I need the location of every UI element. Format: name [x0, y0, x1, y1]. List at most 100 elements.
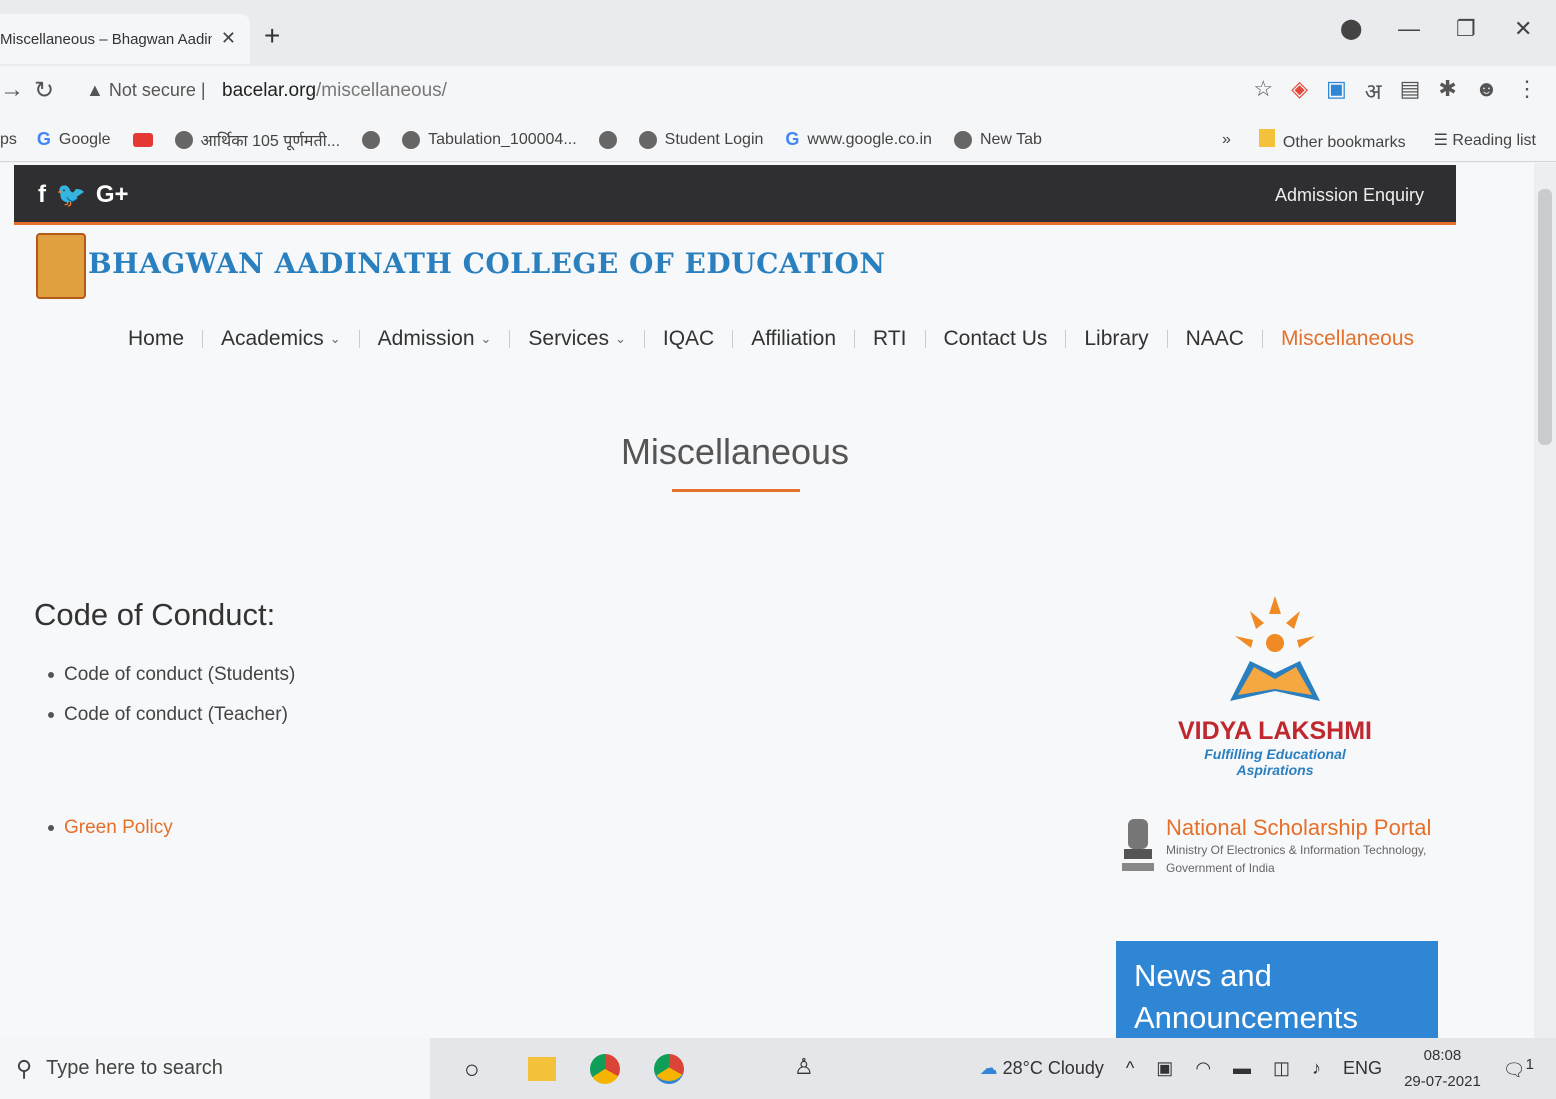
reading-list[interactable]: ☰ Reading list: [1434, 130, 1536, 150]
extension-icon[interactable]: ◈: [1291, 76, 1308, 106]
list-item[interactable]: Code of conduct (Students): [48, 655, 295, 695]
bookmark-label: आर्थिका 105 पूर्णमती...: [200, 132, 341, 150]
page-scrollbar[interactable]: [1534, 163, 1556, 1038]
file-explorer-icon[interactable]: [528, 1056, 556, 1081]
new-tab-icon[interactable]: +: [264, 20, 280, 52]
nav-label: Affiliation: [751, 327, 837, 350]
globe-icon: [953, 130, 972, 149]
vidya-lakshmi-banner[interactable]: VIDYA LAKSHMI Fulfilling Educational Asp…: [1170, 591, 1380, 778]
nav-admission[interactable]: Admission ⌄: [378, 327, 492, 351]
back-icon[interactable]: →: [0, 76, 24, 104]
bookmark-item[interactable]: Tabulation_100004...: [402, 130, 577, 149]
nav-divider: [358, 330, 360, 348]
google-icon: G: [36, 129, 51, 149]
bookmark-item[interactable]: Gwww.google.co.in: [785, 129, 932, 150]
bookmark-item[interactable]: New Tab: [953, 130, 1042, 149]
bookmarks-overflow[interactable]: »: [1222, 131, 1231, 149]
browser-tab[interactable]: Miscellaneous – Bhagwan Aadin ✕: [0, 14, 250, 64]
nav-academics[interactable]: Academics ⌄: [221, 327, 341, 351]
nav-naac[interactable]: NAAC: [1186, 327, 1244, 351]
nav-divider: [924, 330, 926, 348]
conduct-link[interactable]: Code of conduct (Students): [64, 664, 295, 686]
college-logo[interactable]: [36, 233, 86, 299]
bookmarks-bar: ps G Google आर्थिका 105 पूर्णमती... Tabul…: [0, 118, 1556, 162]
nav-affiliation[interactable]: Affiliation: [751, 327, 836, 351]
main-nav: Home Academics ⌄ Admission ⌄ Services ⌄ IQA…: [128, 327, 1414, 351]
site-topbar: f 🐦 G+ Admission Enquiry: [14, 165, 1456, 225]
puzzle-icon[interactable]: ✱: [1438, 76, 1456, 106]
bookmark-item[interactable]: [362, 130, 381, 149]
clock-time: 08:08: [1423, 1046, 1462, 1064]
bookmark-star-icon[interactable]: ☆: [1253, 76, 1273, 106]
close-tab-icon[interactable]: ✕: [221, 28, 236, 49]
search-placeholder: Type here to search: [46, 1057, 223, 1079]
nav-miscellaneous[interactable]: Miscellaneous: [1281, 327, 1414, 351]
twitter-icon[interactable]: 🐦: [56, 181, 86, 210]
minimize-icon[interactable]: —: [1398, 16, 1420, 42]
battery-icon[interactable]: ▬: [1233, 1058, 1251, 1079]
nav-divider: [732, 330, 734, 348]
chevron-up-icon[interactable]: ^: [1126, 1058, 1134, 1079]
list-item[interactable]: Green Policy: [48, 808, 173, 848]
meet-now-icon[interactable]: ▣: [1156, 1058, 1173, 1079]
admission-enquiry-link[interactable]: Admission Enquiry: [1275, 185, 1424, 206]
bookmark-item[interactable]: [598, 130, 617, 149]
bookmark-youtube[interactable]: [132, 132, 153, 147]
restore-icon[interactable]: ❐: [1456, 16, 1476, 42]
cortana-icon[interactable]: ○: [464, 1054, 494, 1084]
bookmark-item[interactable]: Student Login: [638, 130, 763, 149]
chrome-profile-icon[interactable]: [654, 1053, 684, 1084]
green-policy-link[interactable]: Green Policy: [64, 817, 173, 839]
hindi-extension-icon[interactable]: अ: [1365, 76, 1382, 106]
nav-services[interactable]: Services ⌄: [528, 327, 625, 351]
chrome-icon[interactable]: [590, 1053, 620, 1084]
people-icon[interactable]: ♙: [794, 1054, 824, 1084]
globe-icon: [402, 130, 421, 149]
nav-label: NAAC: [1185, 327, 1244, 350]
avatar[interactable]: ☻: [1475, 76, 1498, 106]
clock[interactable]: 08:08 29-07-2021: [1404, 1043, 1481, 1095]
nav-contact-us[interactable]: Contact Us: [944, 327, 1048, 351]
menu-dots-icon[interactable]: ⋮: [1516, 76, 1538, 106]
nav-divider: [202, 330, 204, 348]
volume-icon[interactable]: ♪: [1312, 1058, 1321, 1079]
close-window-icon[interactable]: ✕: [1514, 16, 1532, 42]
scrollbar-thumb[interactable]: [1538, 189, 1552, 445]
extension-icons: ☆ ◈ ▣ अ ▤ ✱ ☻ ⋮: [1253, 76, 1538, 106]
notification-icon[interactable]: 🗨1: [1503, 1056, 1534, 1081]
college-name[interactable]: BHAGWAN AADINATH COLLEGE OF EDUCATION: [88, 247, 885, 280]
system-tray: ☁ 28°C Cloudy ^ ▣ ◠ ▬ ◫ ♪ ENG 08:08 29-0…: [980, 1038, 1556, 1099]
reading-list-label: Reading list: [1452, 132, 1536, 149]
conduct-link[interactable]: Code of conduct (Teacher): [64, 704, 288, 726]
nav-label: Miscellaneous: [1280, 327, 1415, 350]
language-indicator[interactable]: ENG: [1343, 1058, 1382, 1079]
list-item[interactable]: Code of conduct (Teacher): [48, 695, 295, 735]
nav-home[interactable]: Home: [128, 327, 184, 351]
profile-icon[interactable]: ⬤: [1340, 16, 1362, 41]
weather-widget[interactable]: ☁ 28°C Cloudy: [980, 1058, 1104, 1079]
extension-icon[interactable]: ▤: [1400, 76, 1421, 106]
vidya-lakshmi-subtitle: Fulfilling Educational Aspirations: [1204, 746, 1346, 778]
google-plus-icon[interactable]: G+: [96, 181, 129, 210]
bookmark-label: www.google.co.in: [807, 130, 932, 148]
conduct-list: Code of conduct (Students) Code of condu…: [48, 655, 295, 735]
security-indicator[interactable]: ▲ Not secure |: [86, 80, 206, 101]
nav-iqac[interactable]: IQAC: [663, 327, 714, 351]
url-host: bacelar.org: [222, 80, 317, 101]
facebook-icon[interactable]: f: [38, 181, 46, 210]
onedrive-icon[interactable]: ◫: [1273, 1058, 1290, 1079]
national-scholarship-portal-banner[interactable]: National Scholarship Portal Ministry Of …: [1118, 815, 1431, 881]
section-heading: Code of Conduct:: [34, 597, 276, 632]
wifi-icon[interactable]: ◠: [1195, 1058, 1211, 1079]
nav-rti[interactable]: RTI: [873, 327, 906, 351]
reload-icon[interactable]: ↻: [34, 76, 54, 105]
bookmark-item[interactable]: आर्थिका 105 पूर्णमती...: [174, 129, 341, 151]
bookmark-google[interactable]: G Google: [37, 129, 111, 150]
extension-icon[interactable]: ▣: [1326, 76, 1347, 106]
nav-library[interactable]: Library: [1084, 327, 1148, 351]
url-field[interactable]: bacelar.org/miscellaneous/: [222, 80, 447, 102]
apps-bookmark[interactable]: ps: [0, 131, 17, 149]
taskbar-search[interactable]: ⚲ Type here to search: [0, 1038, 430, 1099]
other-bookmarks[interactable]: Other bookmarks: [1258, 128, 1406, 152]
nav-divider: [854, 330, 856, 348]
